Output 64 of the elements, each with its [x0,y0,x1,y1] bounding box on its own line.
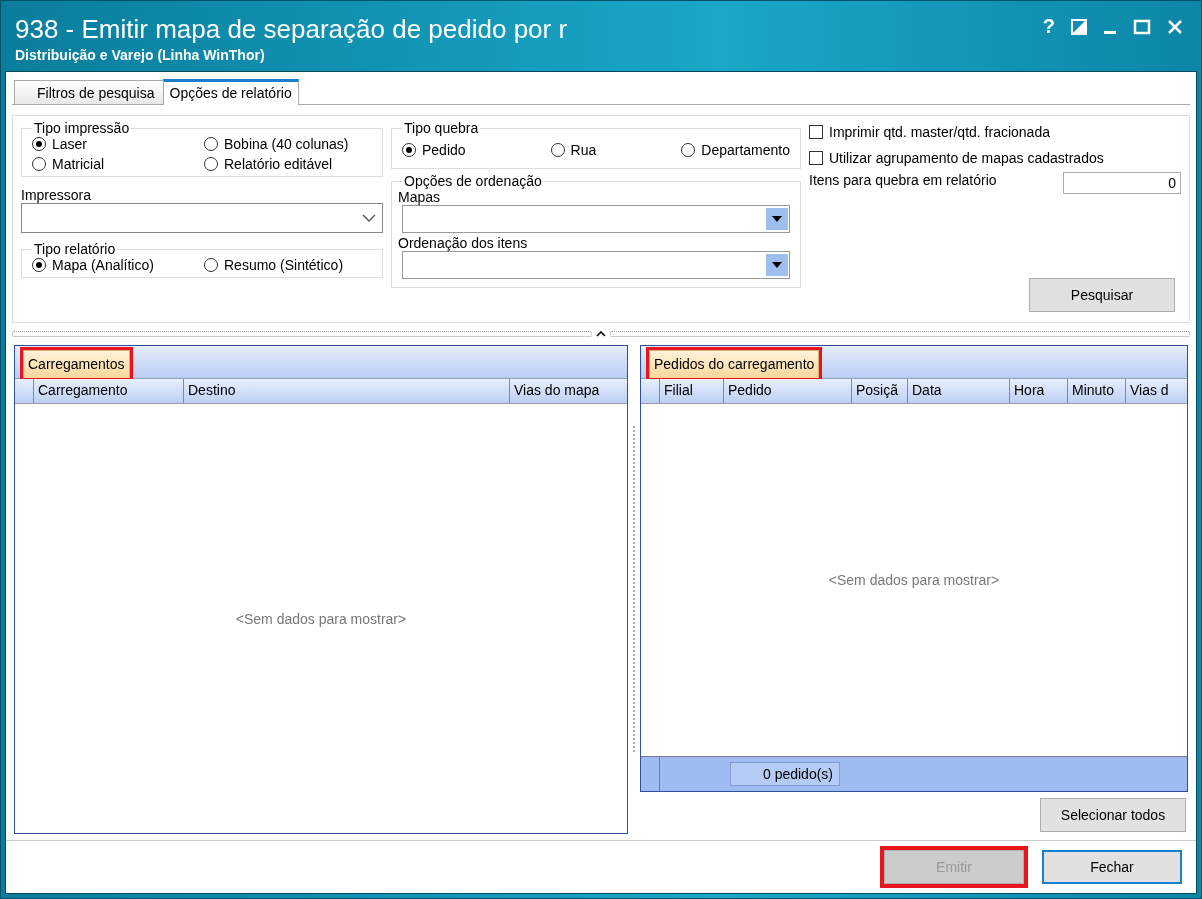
caret-icon [772,262,782,268]
window-subtitle: Distribuição e Varejo (Linha WinThor) [15,47,266,63]
printer-dropdown[interactable] [21,203,383,233]
radio-label: Matricial [52,156,105,172]
panel-title: Pedidos do carregamento [649,350,820,378]
radio-button[interactable]: Relatório editável [204,156,372,172]
radio-button[interactable]: Resumo (Sintético) [204,257,372,273]
column-header[interactable]: Vias d [1126,379,1187,403]
maximize-icon[interactable] [1133,18,1151,35]
column-header[interactable]: Minuto [1068,379,1126,403]
checkbox-label: Utilizar agrupamento de mapas cadastrados [829,150,1104,166]
radio-label: Relatório editável [224,156,333,172]
radio-label: Pedido [422,142,466,158]
column-header[interactable]: Carregamento [34,379,184,403]
checkbox-label: Imprimir qtd. master/qtd. fracionada [829,124,1050,140]
field-label: Impressora [21,187,93,203]
column-header[interactable]: Hora [1010,379,1068,403]
radio-button[interactable]: Matricial [32,156,204,172]
tab[interactable]: Opções de relatório [162,79,299,105]
column-header[interactable]: Data [908,379,1010,403]
field-label: Itens para quebra em relatório [809,172,997,188]
empty-message: <Sem dados para mostrar> [828,572,1000,588]
column-header[interactable]: Vias do mapa [510,379,627,403]
action-button[interactable]: Fechar [1042,850,1182,884]
count-cell: 0 pedido(s) [730,762,840,786]
radio-label: Bobina (40 colunas) [224,136,349,152]
radio-label: Rua [570,142,597,158]
help-button[interactable]: ? [1042,15,1055,38]
group-title: Tipo impressão [33,120,131,136]
tab[interactable]: Filtros de pesquisa [14,80,164,104]
radio-button[interactable]: Mapa (Analítico) [32,257,204,273]
column-header[interactable]: Destino [184,379,510,403]
radio-label: Resumo (Sintético) [224,257,344,273]
theme-icon[interactable] [1071,18,1087,35]
input-field[interactable]: 0 [1063,172,1181,194]
radio-button[interactable]: Laser [32,136,204,152]
group-title: Tipo relatório [33,241,117,257]
close-icon[interactable] [1167,18,1183,35]
dropdown-button[interactable] [766,208,788,230]
field-label: Ordenação dos itens [398,235,529,251]
radio-label: Departamento [701,142,790,158]
field-label: Mapas [398,189,442,205]
radio-button[interactable]: Pedido [402,142,466,158]
chevron-icon [362,214,376,222]
search-button[interactable]: Pesquisar [1029,278,1175,312]
radio-label: Laser [52,136,88,152]
checkbox[interactable]: Utilizar agrupamento de mapas cadastrados [809,150,1181,166]
collapse-icon[interactable] [596,331,606,337]
radio-button[interactable]: Rua [550,142,597,158]
empty-message: <Sem dados para mostrar> [235,610,407,627]
column-header[interactable]: Filial [660,379,724,403]
radio-label: Mapa (Analítico) [52,257,154,273]
dropdown-button[interactable] [766,254,788,276]
panel-title: Carregamentos [23,350,130,378]
select-all-button[interactable]: Selecionar todos [1040,798,1186,832]
column-header[interactable]: Posiçã [852,379,908,403]
radio-button[interactable]: Departamento [681,142,790,158]
column-header[interactable]: Pedido [724,379,852,403]
radio-button[interactable]: Bobina (40 colunas) [204,136,372,152]
group-title: Opções de ordenação [403,173,543,189]
window-title: 938 - Emitir mapa de separação de pedido por r [15,13,568,45]
group-title: Tipo quebra [403,120,480,136]
caret-icon [772,216,782,222]
checkbox[interactable]: Imprimir qtd. master/qtd. fracionada [809,124,1181,140]
